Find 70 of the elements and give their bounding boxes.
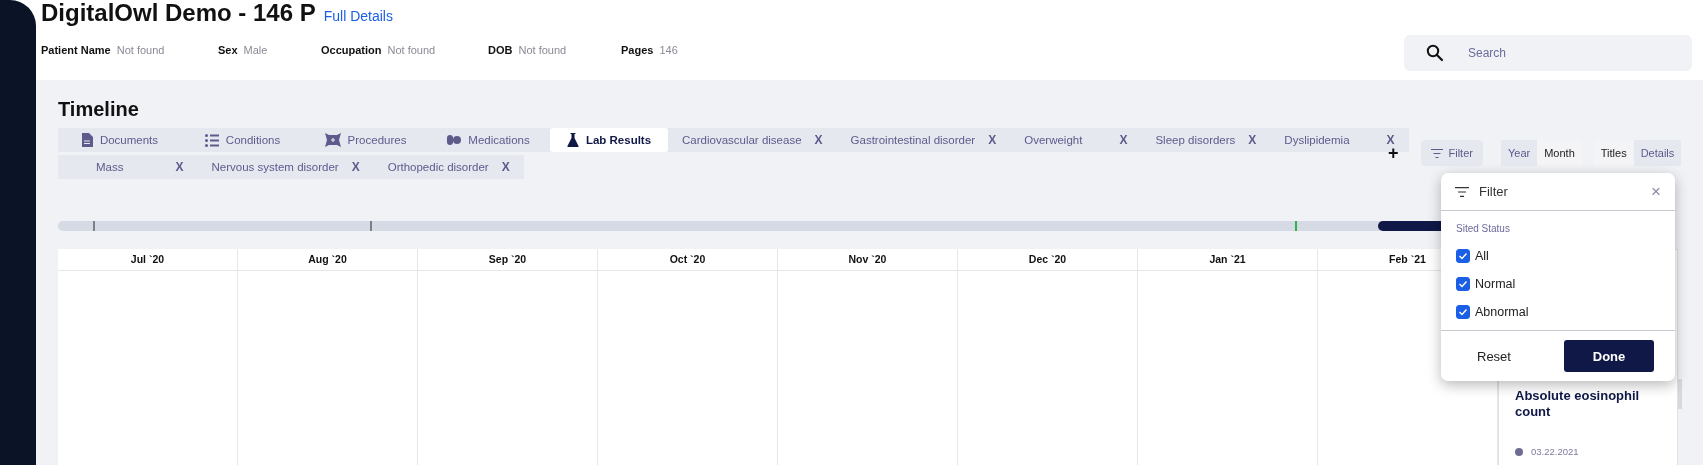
section-title: Timeline xyxy=(58,98,140,121)
check-icon xyxy=(1458,308,1468,316)
field-value: Not found xyxy=(116,44,165,56)
status-dot xyxy=(1515,447,1523,456)
option-label: All xyxy=(1475,249,1489,263)
field-label: Sex xyxy=(218,44,238,56)
tab[interactable]: Cardiovascular disease X xyxy=(668,128,837,152)
tab[interactable]: Orthopedic disorder X xyxy=(373,155,524,179)
bandage-icon xyxy=(324,133,341,147)
field-label: Patient Name xyxy=(41,44,111,56)
month-header: Dec `20 xyxy=(958,249,1137,271)
remove-icon[interactable]: X xyxy=(175,160,184,174)
checkbox[interactable] xyxy=(1456,249,1470,263)
search-input[interactable]: Search xyxy=(1466,45,1670,61)
check-icon xyxy=(1458,252,1468,260)
field-value: Not found xyxy=(387,44,436,56)
field-label: Pages xyxy=(621,44,654,56)
remove-icon[interactable]: X xyxy=(1386,133,1395,147)
done-button[interactable]: Done xyxy=(1564,340,1654,372)
checkbox[interactable] xyxy=(1456,277,1470,291)
tab[interactable]: Documents xyxy=(58,128,181,152)
month-header: Sep `20 xyxy=(418,249,597,271)
flask-icon xyxy=(566,133,579,147)
tab[interactable]: Nervous system disorder X xyxy=(197,155,374,179)
remove-icon[interactable]: X xyxy=(988,133,997,147)
field-value: 146 xyxy=(659,44,678,56)
popup-title: Filter xyxy=(1479,184,1509,199)
document-icon xyxy=(80,133,93,147)
check-icon xyxy=(1458,280,1468,288)
card-date: 03.22.2021 xyxy=(1531,446,1579,457)
month-header: Jul `20 xyxy=(58,249,237,271)
reset-button[interactable]: Reset xyxy=(1471,347,1517,365)
field-label: DOB xyxy=(488,44,513,56)
view-toggle[interactable]: Details xyxy=(1633,140,1682,166)
filter-button[interactable]: Filter xyxy=(1420,140,1483,166)
remove-icon[interactable]: X xyxy=(814,133,823,147)
scale-toggle[interactable]: Year xyxy=(1500,140,1538,166)
option-label: Normal xyxy=(1475,277,1516,291)
month-header: Jan `21 xyxy=(1138,249,1317,271)
tab[interactable]: Mass X xyxy=(58,155,198,179)
field-label: Occupation xyxy=(321,44,382,56)
card-title: Absolute eosinophil count xyxy=(1515,388,1641,420)
pills-icon xyxy=(447,134,462,146)
tab[interactable]: Overweight X xyxy=(1010,128,1142,152)
search-icon xyxy=(1426,44,1444,62)
option-label: Abnormal xyxy=(1475,305,1529,319)
tab[interactable]: Medications xyxy=(427,128,550,152)
full-details-link[interactable]: Full Details xyxy=(323,8,393,24)
list-icon xyxy=(204,133,219,147)
checkbox[interactable] xyxy=(1456,305,1470,319)
tab[interactable]: Procedures xyxy=(304,128,427,152)
filter-icon xyxy=(1455,186,1469,197)
remove-icon[interactable]: X xyxy=(501,160,510,174)
month-header: Aug `20 xyxy=(238,249,417,271)
remove-icon[interactable]: X xyxy=(1119,133,1128,147)
tab[interactable]: Lab Results xyxy=(550,128,668,152)
tab[interactable]: Sleep disorders X xyxy=(1141,128,1271,152)
month-header: Nov `20 xyxy=(778,249,957,271)
month-header: Oct `20 xyxy=(598,249,777,271)
search-field[interactable]: Search xyxy=(1404,35,1692,71)
remove-icon[interactable]: X xyxy=(1248,133,1257,147)
tab[interactable]: Conditions xyxy=(181,128,304,152)
field-value: Not found xyxy=(518,44,567,56)
field-value: Male xyxy=(243,44,268,56)
patient-title: DigitalOwl Demo - 146 P xyxy=(41,0,316,26)
close-icon[interactable]: × xyxy=(1651,181,1661,202)
section-label: Sited Status xyxy=(1456,223,1511,234)
remove-icon[interactable]: X xyxy=(351,160,360,174)
filter-icon xyxy=(1430,148,1443,158)
tab[interactable]: Gastrointestinal disorder X xyxy=(836,128,1011,152)
